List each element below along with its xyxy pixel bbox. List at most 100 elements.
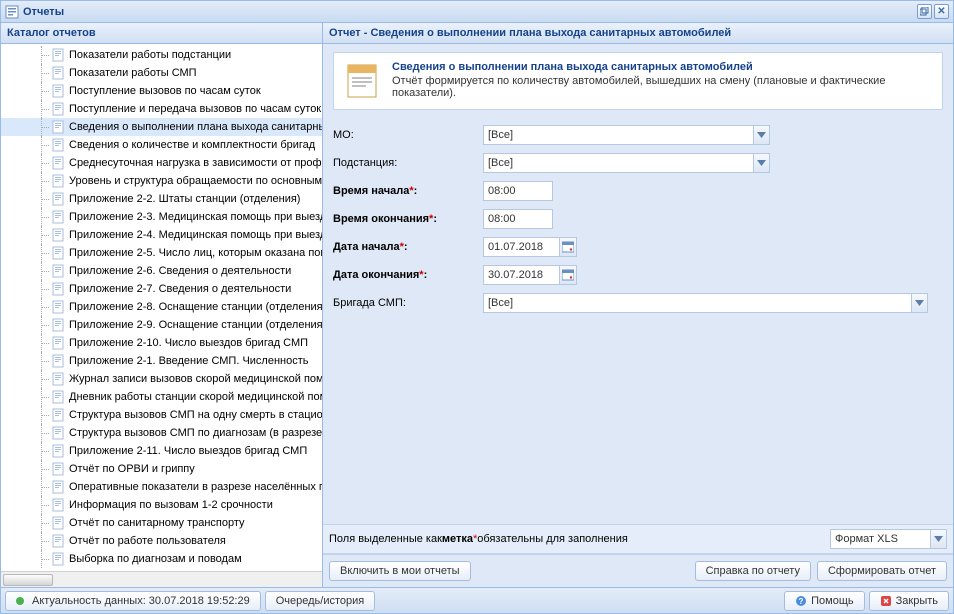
catalog-item-label: Поступление и передача вызовов по часам … bbox=[69, 103, 321, 115]
catalog-item[interactable]: Приложение 2-10. Число выездов бригад СМ… bbox=[1, 334, 322, 352]
report-item-icon bbox=[51, 426, 65, 440]
combo-format[interactable] bbox=[830, 529, 947, 549]
catalog-item-label: Структура вызовов СМП по диагнозам (в ра… bbox=[69, 427, 322, 439]
calendar-icon[interactable] bbox=[559, 237, 577, 257]
catalog-item[interactable]: Отчёт по работе пользователя bbox=[1, 532, 322, 550]
label-date-start: Дата начала*: bbox=[333, 241, 483, 253]
catalog-item[interactable]: Приложение 2-1. Введение СМП. Численност… bbox=[1, 352, 322, 370]
label-substation: Подстанция: bbox=[333, 157, 483, 169]
close-window-button[interactable]: Закрыть bbox=[869, 591, 949, 611]
report-item-icon bbox=[51, 120, 65, 134]
catalog-item[interactable]: Сведения о выполнении плана выхода санит… bbox=[1, 118, 322, 136]
catalog-item-label: Приложение 2-10. Число выездов бригад СМ… bbox=[69, 337, 308, 349]
scrollbar-thumb[interactable] bbox=[3, 574, 53, 586]
label-date-end: Дата окончания*: bbox=[333, 269, 483, 281]
combo-format-input[interactable] bbox=[830, 529, 930, 549]
combo-format-trigger[interactable] bbox=[930, 529, 947, 549]
combo-brigade-trigger[interactable] bbox=[911, 293, 928, 313]
combo-substation-input[interactable] bbox=[483, 153, 753, 173]
catalog-item-label: Показатели работы СМП bbox=[69, 67, 197, 79]
catalog-item[interactable]: Приложение 2-3. Медицинская помощь при в… bbox=[1, 208, 322, 226]
catalog-item[interactable]: Приложение 2-6. Сведения о деятельности bbox=[1, 262, 322, 280]
input-date-start[interactable] bbox=[483, 237, 559, 257]
catalog-item[interactable]: Приложение 2-7. Сведения о деятельности bbox=[1, 280, 322, 298]
catalog-item-label: Журнал записи вызовов скорой медицинской… bbox=[69, 373, 322, 385]
catalog-item-label: Среднесуточная нагрузка в зависимости от… bbox=[69, 157, 322, 169]
catalog-item[interactable]: Приложение 2-4. Медицинская помощь при в… bbox=[1, 226, 322, 244]
restore-button[interactable] bbox=[917, 4, 932, 19]
input-time-start[interactable] bbox=[483, 181, 553, 201]
date-end[interactable] bbox=[483, 265, 577, 285]
catalog-item[interactable]: Структура вызовов СМП на одну смерть в с… bbox=[1, 406, 322, 424]
combo-mo-input[interactable] bbox=[483, 125, 753, 145]
input-date-end[interactable] bbox=[483, 265, 559, 285]
help-button[interactable]: ? Помощь bbox=[784, 591, 865, 611]
catalog-item-label: Дневник работы станции скорой медицинско… bbox=[69, 391, 322, 403]
catalog-item-label: Приложение 2-11. Число выездов бригад СМ… bbox=[69, 445, 307, 457]
catalog-item[interactable]: Среднесуточная нагрузка в зависимости от… bbox=[1, 154, 322, 172]
report-item-icon bbox=[51, 318, 65, 332]
label-time-end: Время окончания*: bbox=[333, 213, 483, 225]
catalog-title: Каталог отчетов bbox=[1, 23, 322, 44]
report-item-icon bbox=[51, 372, 65, 386]
combo-brigade-input[interactable] bbox=[483, 293, 911, 313]
catalog-item[interactable]: Дневник работы станции скорой медицинско… bbox=[1, 388, 322, 406]
close-button[interactable]: ✕ bbox=[934, 4, 949, 19]
catalog-item[interactable]: Сведения о количестве и комплектности бр… bbox=[1, 136, 322, 154]
report-item-icon bbox=[51, 174, 65, 188]
main-body: Каталог отчетов Показатели работы подста… bbox=[1, 23, 953, 587]
catalog-item[interactable]: Уровень и структура обращаемости по осно… bbox=[1, 172, 322, 190]
catalog-item[interactable]: Структура вызовов СМП по диагнозам (в ра… bbox=[1, 424, 322, 442]
catalog-item[interactable]: Приложение 2-2. Штаты станции (отделения… bbox=[1, 190, 322, 208]
report-item-icon bbox=[51, 246, 65, 260]
catalog-item[interactable]: Приложение 2-8. Оснащение станции (отдел… bbox=[1, 298, 322, 316]
catalog-item-label: Приложение 2-7. Сведения о деятельности bbox=[69, 283, 291, 295]
combo-brigade[interactable] bbox=[483, 293, 928, 313]
catalog-tree[interactable]: Показатели работы подстанции Показатели р… bbox=[1, 44, 322, 571]
date-start[interactable] bbox=[483, 237, 577, 257]
reports-window: Отчеты ✕ Каталог отчетов Показатели рабо… bbox=[0, 0, 954, 614]
input-time-end[interactable] bbox=[483, 209, 553, 229]
report-item-icon bbox=[51, 336, 65, 350]
report-item-icon bbox=[51, 462, 65, 476]
report-info-title: Сведения о выполнении плана выхода санит… bbox=[392, 61, 934, 73]
catalog-item[interactable]: Выборка по диагнозам и поводам bbox=[1, 550, 322, 568]
queue-history-button[interactable]: Очередь/история bbox=[265, 591, 376, 611]
catalog-item-label: Оперативные показатели в разрезе населён… bbox=[69, 481, 322, 493]
catalog-hscrollbar[interactable] bbox=[1, 571, 322, 587]
catalog-item[interactable]: Приложение 2-5. Число лиц, которым оказа… bbox=[1, 244, 322, 262]
catalog-item[interactable]: Информация по вызовам 1-2 срочности bbox=[1, 496, 322, 514]
catalog-item[interactable]: Оперативные показатели в разрезе населён… bbox=[1, 478, 322, 496]
report-item-icon bbox=[51, 516, 65, 530]
report-footer: Включить в мои отчеты Справка по отчету … bbox=[323, 554, 953, 587]
catalog-item[interactable]: Показатели работы подстанции bbox=[1, 46, 322, 64]
combo-mo-trigger[interactable] bbox=[753, 125, 770, 145]
catalog-item[interactable]: Журнал записи вызовов скорой медицинской… bbox=[1, 370, 322, 388]
catalog-item-label: Отчёт по работе пользователя bbox=[69, 535, 226, 547]
catalog-item[interactable]: Поступление и передача вызовов по часам … bbox=[1, 100, 322, 118]
catalog-item[interactable]: Отчёт по ОРВИ и гриппу bbox=[1, 460, 322, 478]
catalog-item[interactable]: Приложение 2-9. Оснащение станции (отдел… bbox=[1, 316, 322, 334]
report-help-button[interactable]: Справка по отчету bbox=[695, 561, 811, 581]
report-item-icon bbox=[51, 102, 65, 116]
report-item-icon bbox=[51, 84, 65, 98]
catalog-item-label: Отчёт по ОРВИ и гриппу bbox=[69, 463, 195, 475]
close-icon bbox=[880, 595, 892, 607]
window-header: Отчеты ✕ bbox=[1, 1, 953, 23]
calendar-icon[interactable] bbox=[559, 265, 577, 285]
data-actuality-button[interactable]: Актуальность данных: 30.07.2018 19:52:29 bbox=[5, 591, 261, 611]
catalog-item[interactable]: Отчёт по санитарному транспорту bbox=[1, 514, 322, 532]
catalog-item[interactable]: Показатели работы СМП bbox=[1, 64, 322, 82]
combo-mo[interactable] bbox=[483, 125, 770, 145]
report-info-desc: Отчёт формируется по количеству автомоби… bbox=[392, 75, 934, 99]
catalog-item[interactable]: Поступление вызовов по часам суток bbox=[1, 82, 322, 100]
combo-substation[interactable] bbox=[483, 153, 770, 173]
report-item-icon bbox=[51, 300, 65, 314]
catalog-item[interactable]: Приложение 2-11. Число выездов бригад СМ… bbox=[1, 442, 322, 460]
label-time-start: Время начала*: bbox=[333, 185, 483, 197]
combo-substation-trigger[interactable] bbox=[753, 153, 770, 173]
catalog-item-label: Сведения о выполнении плана выхода санит… bbox=[69, 121, 322, 133]
create-report-button[interactable]: Сформировать отчет bbox=[817, 561, 947, 581]
catalog-item-label: Приложение 2-4. Медицинская помощь при в… bbox=[69, 229, 322, 241]
include-button[interactable]: Включить в мои отчеты bbox=[329, 561, 471, 581]
